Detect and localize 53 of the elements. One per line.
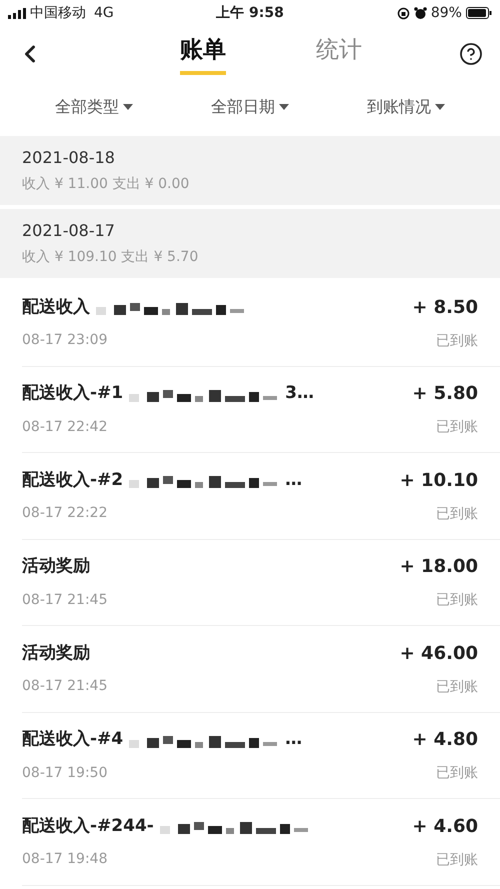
record-time: 08-17 23:09 bbox=[22, 331, 108, 350]
record-amount: + 4.80 bbox=[412, 728, 478, 752]
record-title: 配送收入 bbox=[22, 296, 90, 318]
battery-icon bbox=[466, 7, 492, 19]
record-title: 活动奖励 bbox=[22, 555, 90, 578]
group-date: 2021-08-17 bbox=[22, 220, 116, 242]
record-time: 08-17 22:22 bbox=[22, 504, 108, 523]
record-time: 08-17 22:42 bbox=[22, 418, 108, 436]
record-time: 08-17 21:45 bbox=[22, 677, 108, 696]
alarm-icon bbox=[414, 6, 427, 20]
record-time: 08-17 19:50 bbox=[22, 764, 108, 782]
group-date: 2021-08-18 bbox=[22, 147, 116, 169]
record-amount: + 5.80 bbox=[412, 382, 478, 406]
rotation-lock-icon bbox=[396, 6, 410, 20]
help-button[interactable] bbox=[458, 41, 484, 67]
record-status: 已到账 bbox=[436, 764, 478, 784]
record-amount: + 8.50 bbox=[412, 296, 478, 320]
caret-icon bbox=[279, 104, 289, 110]
help-icon bbox=[459, 42, 483, 66]
clock-time: 上午 9:58 bbox=[216, 4, 284, 22]
filter-dropdown[interactable]: 全部日期 bbox=[211, 95, 289, 119]
record-amount: + 4.60 bbox=[412, 814, 478, 839]
record-amount: + 10.10 bbox=[400, 468, 478, 493]
record-title: 配送收入-#1 bbox=[22, 382, 124, 405]
group-summary: 收入 ¥ 109.10 支出 ¥ 5.70 bbox=[22, 248, 200, 267]
record-status: 已到账 bbox=[436, 418, 478, 438]
record-amount: + 46.00 bbox=[400, 642, 478, 666]
record-time: 08-17 21:45 bbox=[22, 590, 108, 610]
caret-icon bbox=[123, 104, 133, 110]
record-status: 已到账 bbox=[436, 678, 478, 697]
signal-icon bbox=[8, 8, 26, 18]
record-title: 配送收入-#2 bbox=[22, 468, 124, 492]
filter-dropdown[interactable]: 到账情况 bbox=[367, 95, 445, 119]
record-status: 已到账 bbox=[436, 850, 478, 870]
record-title: 配送收入-#4 bbox=[22, 728, 124, 751]
group-summary: 收入 ¥ 11.00 支出 ¥ 0.00 bbox=[22, 175, 190, 194]
network-type: 4G bbox=[94, 4, 114, 22]
record-time: 08-17 19:48 bbox=[22, 850, 108, 869]
caret-icon bbox=[435, 104, 445, 110]
record-status: 已到账 bbox=[436, 591, 478, 610]
record-title: 活动奖励 bbox=[22, 642, 90, 664]
record-amount: + 18.00 bbox=[400, 555, 478, 580]
filter-dropdown[interactable]: 全部类型 bbox=[55, 95, 133, 119]
title-suffix: 3… bbox=[285, 382, 314, 405]
carrier-name: 中国移动 bbox=[30, 4, 86, 22]
record-status: 已到账 bbox=[436, 504, 478, 524]
battery-percent: 89% bbox=[430, 4, 462, 22]
title-suffix: … bbox=[285, 468, 302, 492]
tab[interactable]: 统计 bbox=[316, 32, 362, 76]
title-suffix: … bbox=[285, 728, 302, 751]
tab[interactable]: 账单 bbox=[180, 32, 226, 76]
record-status: 已到账 bbox=[436, 332, 478, 351]
record-title: 配送收入-#244- bbox=[22, 814, 154, 838]
